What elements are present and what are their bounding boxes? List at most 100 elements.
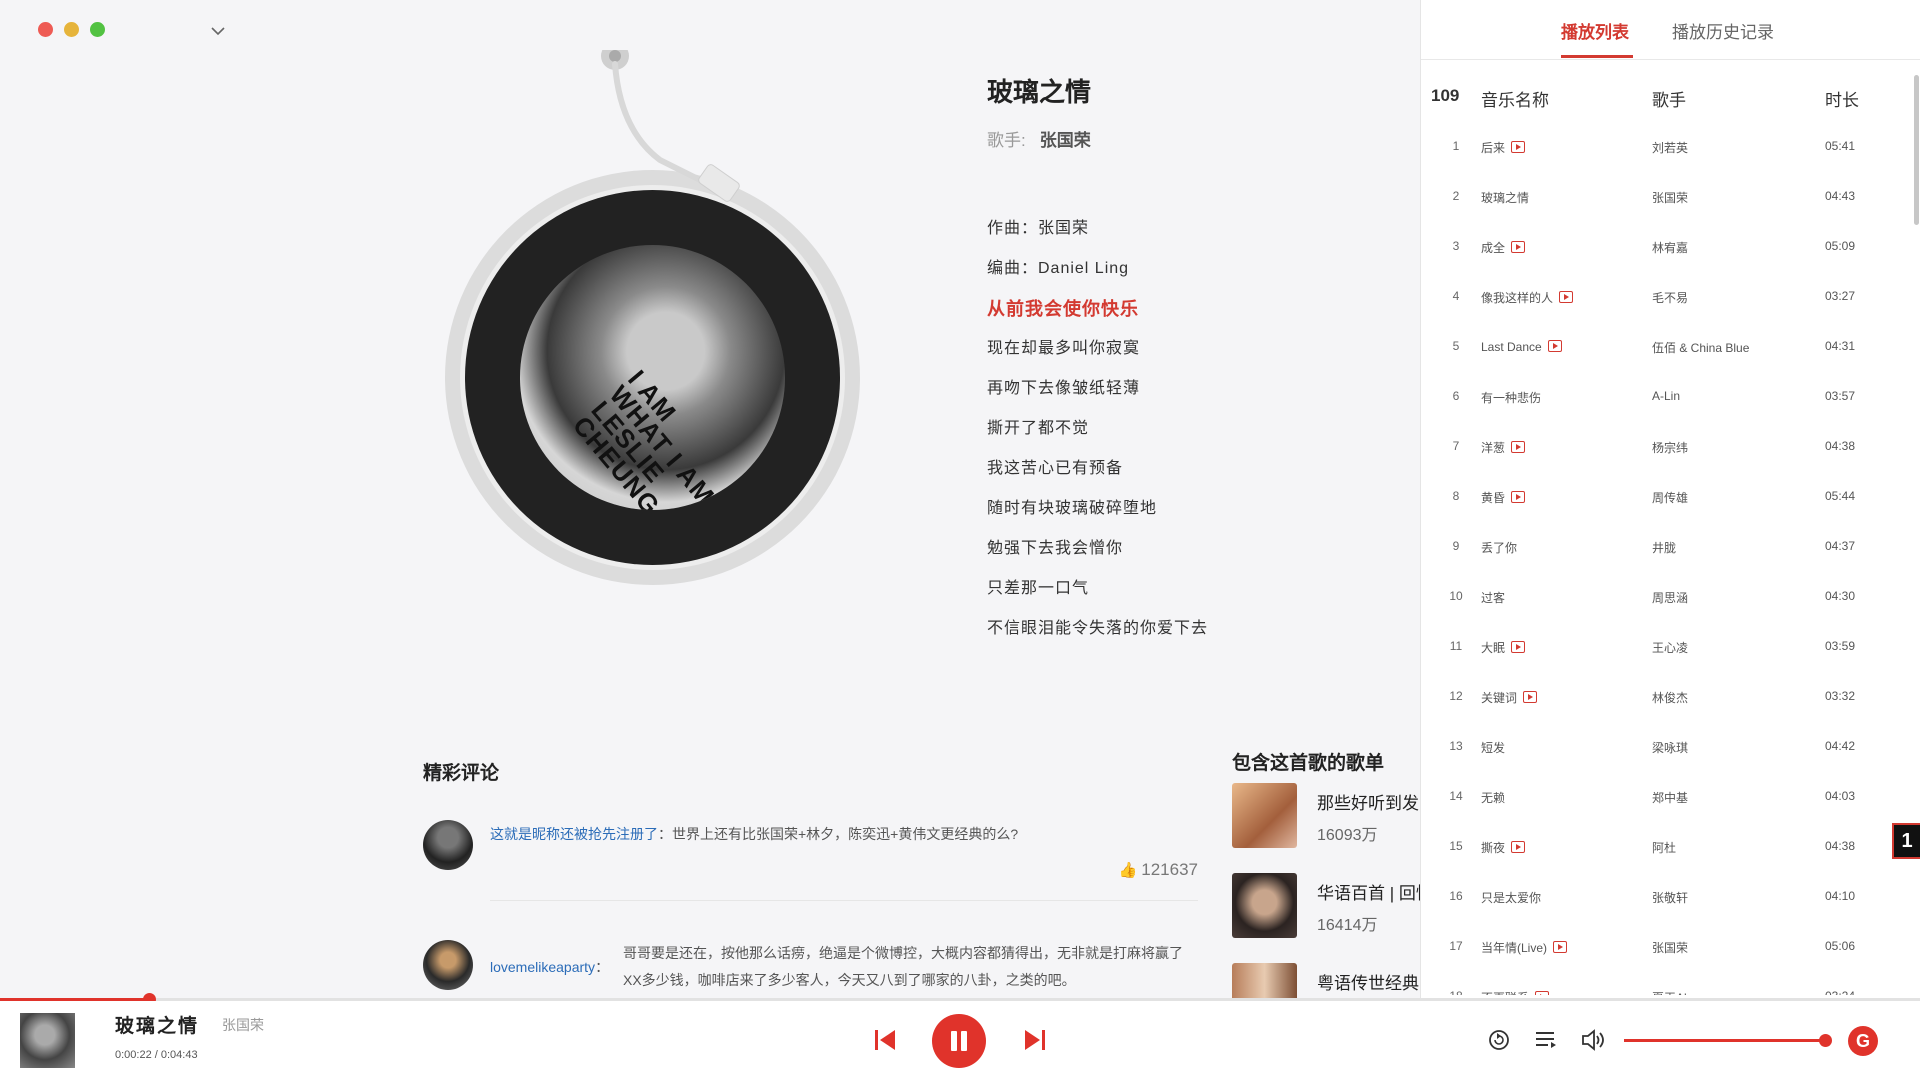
comment-text: 哥哥要是还在，按他那么话痨，绝逼是个微博控，大概内容都猜得出，无非就是打麻将赢了… bbox=[623, 945, 1183, 988]
track-duration: 04:37 bbox=[1825, 539, 1856, 553]
track-duration: 04:03 bbox=[1825, 789, 1856, 803]
mv-icon[interactable] bbox=[1511, 241, 1526, 253]
pause-button[interactable] bbox=[932, 1014, 986, 1068]
scrollbar-thumb[interactable] bbox=[1914, 75, 1919, 225]
track-index: 12 bbox=[1449, 689, 1463, 703]
comment-text: 世界上还有比张国荣+林夕，陈奕迅+黄伟文更经典的么? bbox=[672, 826, 1019, 842]
record-disc: I AM WHAT I AM LESLIE CHEUNG bbox=[430, 50, 890, 620]
track-name-cell: 成全 bbox=[1481, 239, 1526, 256]
track-row[interactable]: 10 过客 周思涵 04:30 bbox=[1421, 575, 1901, 625]
panel-tabs: 播放列表 播放历史记录 bbox=[1421, 0, 1920, 60]
track-row[interactable]: 4 像我这样的人 毛不易 03:27 bbox=[1421, 275, 1901, 325]
track-name: 后来 bbox=[1481, 141, 1506, 155]
track-row[interactable]: 6 有一种悲伤 A-Lin 03:57 bbox=[1421, 375, 1901, 425]
track-row[interactable]: 18 不再联系 夏天Alex 03:24 bbox=[1421, 975, 1901, 995]
track-artist: 杨宗纬 bbox=[1652, 441, 1689, 455]
playlist-item[interactable]: 那些好听到发 16093万 bbox=[1232, 783, 1422, 848]
volume-slider[interactable] bbox=[1624, 1039, 1826, 1042]
mv-icon[interactable] bbox=[1511, 641, 1526, 653]
track-row[interactable]: 13 短发 梁咏琪 04:42 bbox=[1421, 725, 1901, 775]
track-row[interactable]: 15 撕夜 阿杜 04:38 bbox=[1421, 825, 1901, 875]
chevron-down-icon[interactable] bbox=[210, 26, 226, 36]
track-name-cell: 不再联系 bbox=[1481, 989, 1550, 995]
track-name: 像我这样的人 bbox=[1481, 291, 1554, 305]
track-name: 黄昏 bbox=[1481, 491, 1506, 505]
playlist-item[interactable]: 粤语传世经典， bbox=[1232, 963, 1422, 998]
maximize-window-button[interactable] bbox=[90, 22, 105, 37]
track-artist: 张国荣 bbox=[1652, 941, 1689, 955]
now-playing-artist[interactable]: 张国荣 bbox=[222, 1015, 264, 1035]
track-row[interactable]: 9 丢了你 井胧 04:37 bbox=[1421, 525, 1901, 575]
comment-body: 哥哥要是还在，按他那么话痨，绝逼是个微博控，大概内容都猜得出，无非就是打麻将赢了… bbox=[623, 940, 1198, 994]
comment-user[interactable]: 这就是昵称还被抢先注册了 bbox=[490, 826, 658, 842]
track-artist: 井胧 bbox=[1652, 541, 1677, 555]
mv-icon[interactable] bbox=[1523, 691, 1538, 703]
avatar[interactable] bbox=[423, 940, 473, 990]
minimize-window-button[interactable] bbox=[64, 22, 79, 37]
mv-icon[interactable] bbox=[1547, 340, 1562, 352]
tab-play-list[interactable]: 播放列表 bbox=[1561, 18, 1629, 43]
avatar[interactable] bbox=[423, 820, 473, 870]
track-name: 成全 bbox=[1481, 241, 1506, 255]
track-row[interactable]: 11 大眠 王心凌 03:59 bbox=[1421, 625, 1901, 675]
playlist-item[interactable]: 华语百首 | 回忆 16414万 bbox=[1232, 873, 1422, 938]
track-row[interactable]: 5 Last Dance 伍佰 & China Blue 04:31 bbox=[1421, 325, 1901, 375]
mv-icon[interactable] bbox=[1553, 941, 1568, 953]
playlist-icon[interactable] bbox=[1533, 1027, 1559, 1053]
track-row[interactable]: 1 后来 刘若英 05:41 bbox=[1421, 125, 1901, 175]
comment-user[interactable]: lovemelikeaparty bbox=[490, 959, 595, 975]
mv-icon[interactable] bbox=[1559, 291, 1574, 303]
volume-knob[interactable] bbox=[1819, 1034, 1832, 1047]
lyric-line: 作曲：张国荣 bbox=[987, 220, 1090, 237]
track-name-cell: 只是太爱你 bbox=[1481, 889, 1541, 906]
track-row[interactable]: 3 成全 林宥嘉 05:09 bbox=[1421, 225, 1901, 275]
track-artist: 王心凌 bbox=[1652, 641, 1689, 655]
track-name: 无赖 bbox=[1481, 791, 1506, 805]
track-name-cell: 洋葱 bbox=[1481, 439, 1526, 456]
track-name-cell: 撕夜 bbox=[1481, 839, 1526, 856]
tab-indicator bbox=[1561, 55, 1633, 58]
mv-icon[interactable] bbox=[1511, 841, 1526, 853]
mv-icon[interactable] bbox=[1511, 141, 1526, 153]
like-button[interactable]: 👍 121637 bbox=[1119, 860, 1198, 880]
tonearm bbox=[601, 50, 740, 202]
track-index: 11 bbox=[1449, 639, 1463, 653]
mv-icon[interactable] bbox=[1511, 441, 1526, 453]
next-track-icon[interactable] bbox=[1022, 1027, 1048, 1053]
close-window-button[interactable] bbox=[38, 22, 53, 37]
track-index: 7 bbox=[1452, 439, 1460, 453]
track-row[interactable]: 8 黄昏 周传雄 05:44 bbox=[1421, 475, 1901, 525]
lyric-line: 现在却最多叫你寂寞 bbox=[987, 340, 1141, 357]
tab-play-history[interactable]: 播放历史记录 bbox=[1672, 18, 1774, 43]
track-row[interactable]: 16 只是太爱你 张敬轩 04:10 bbox=[1421, 875, 1901, 925]
track-artist: 毛不易 bbox=[1652, 291, 1689, 305]
track-artist: A-Lin bbox=[1652, 389, 1681, 403]
track-name-cell: 关键词 bbox=[1481, 689, 1538, 706]
lyrics-panel: 作曲：张国荣 编曲：Daniel Ling 从前我会使你快乐 现在却最多叫你寂寞 再吻下… bbox=[987, 215, 1407, 655]
mv-icon[interactable] bbox=[1511, 491, 1526, 503]
track-name-cell: 像我这样的人 bbox=[1481, 289, 1574, 306]
track-row[interactable]: 14 无赖 郑中基 04:03 bbox=[1421, 775, 1901, 825]
playlists-heading: 包含这首歌的歌单 bbox=[1232, 753, 1385, 774]
track-duration: 04:42 bbox=[1825, 739, 1856, 753]
track-row[interactable]: 12 关键词 林俊杰 03:32 bbox=[1421, 675, 1901, 725]
now-playing-cover[interactable] bbox=[20, 1013, 75, 1068]
track-index: 1 bbox=[1452, 139, 1460, 153]
track-row[interactable]: 7 洋葱 杨宗纬 04:38 bbox=[1421, 425, 1901, 475]
track-name-cell: 黄昏 bbox=[1481, 489, 1526, 506]
mv-icon[interactable] bbox=[1535, 991, 1550, 995]
thumbs-up-icon: 👍 bbox=[1118, 862, 1138, 879]
track-name: 洋葱 bbox=[1481, 441, 1506, 455]
floating-badge[interactable]: 1 bbox=[1892, 823, 1920, 859]
track-artist: 周传雄 bbox=[1652, 491, 1689, 505]
track-row[interactable]: 2 玻璃之情 张国荣 04:43 bbox=[1421, 175, 1901, 225]
app-logo-icon[interactable]: G bbox=[1848, 1026, 1878, 1056]
comment-body: 这就是昵称还被抢先注册了：世界上还有比张国荣+林夕，陈奕迅+黄伟文更经典的么? bbox=[490, 824, 1190, 844]
track-index: 16 bbox=[1449, 889, 1463, 903]
track-name-cell: 过客 bbox=[1481, 589, 1505, 606]
previous-track-icon[interactable] bbox=[872, 1027, 898, 1053]
artist-name[interactable]: 张国荣 bbox=[1040, 131, 1091, 150]
track-row[interactable]: 17 当年情(Live) 张国荣 05:06 bbox=[1421, 925, 1901, 975]
volume-icon[interactable] bbox=[1580, 1027, 1606, 1053]
repeat-mode-icon[interactable] bbox=[1486, 1027, 1512, 1053]
